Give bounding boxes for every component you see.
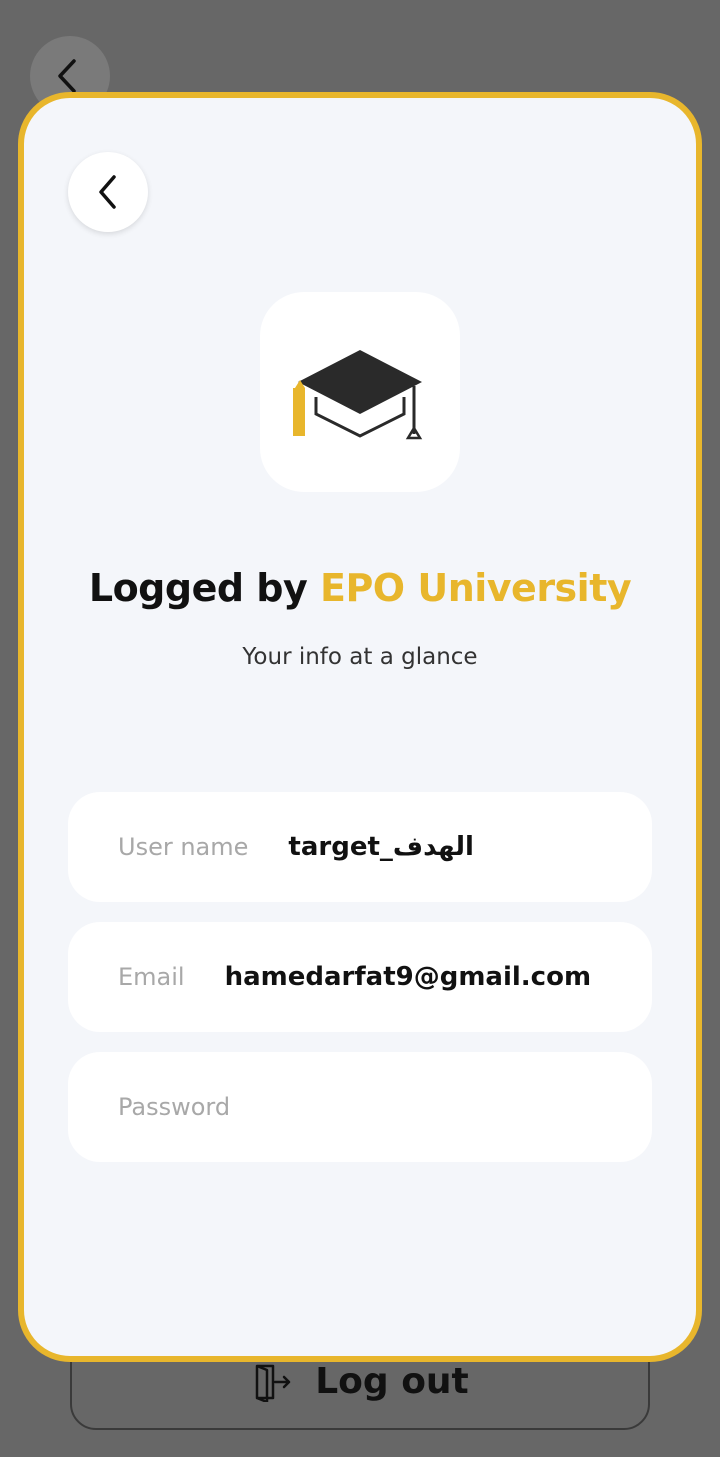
page-title: Logged by EPO University bbox=[24, 566, 696, 610]
graduation-cap-icon bbox=[293, 350, 423, 440]
logout-door-icon bbox=[255, 1364, 291, 1402]
password-label: Password bbox=[118, 1093, 231, 1121]
university-logo bbox=[260, 292, 460, 492]
page-subtitle: Your info at a glance bbox=[242, 644, 478, 670]
username-label: User name bbox=[118, 833, 249, 861]
logout-label: Log out bbox=[315, 1361, 469, 1402]
username-field[interactable]: User name target_الهدف bbox=[68, 792, 652, 902]
profile-card: Logged by EPO University Your info at a … bbox=[18, 92, 702, 1362]
username-value: target_الهدف bbox=[288, 832, 474, 862]
email-field[interactable]: Email hamedarfat9@gmail.com bbox=[68, 922, 652, 1032]
back-button[interactable] bbox=[68, 152, 148, 232]
title-prefix: Logged by bbox=[88, 566, 320, 610]
chevron-left-icon bbox=[99, 175, 116, 209]
chevron-left-icon bbox=[58, 59, 76, 93]
email-label: Email bbox=[118, 963, 185, 991]
password-field[interactable]: Password bbox=[68, 1052, 652, 1162]
email-value: hamedarfat9@gmail.com bbox=[224, 962, 592, 992]
title-university: EPO University bbox=[320, 566, 632, 610]
